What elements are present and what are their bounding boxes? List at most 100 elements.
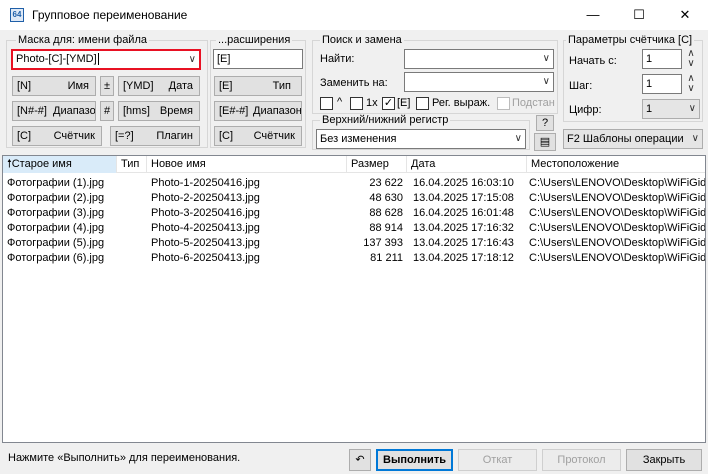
subst-label: Подстан — [512, 97, 555, 109]
cell-old: Фотографии (5).jpg — [7, 237, 105, 249]
run-button[interactable]: Выполнить — [376, 449, 453, 471]
step-input[interactable]: 1 — [642, 74, 682, 94]
cell-new: Photo-6-20250413.jpg — [151, 252, 260, 264]
app-icon: 64 — [10, 8, 24, 22]
ext-range-button[interactable]: [E#-#] Диапазон — [214, 101, 302, 121]
chevron-down-icon: ∨ — [514, 133, 522, 144]
close-dialog-button[interactable]: Закрыть — [626, 449, 702, 471]
cell-type — [121, 251, 145, 266]
case-value: Без изменения — [320, 133, 397, 145]
column-date[interactable]: Дата — [407, 156, 527, 173]
chevron-down-icon: ∨ — [687, 83, 695, 94]
cell-size: 88 914 — [369, 222, 403, 234]
extension-input[interactable]: [E] — [213, 49, 303, 69]
chevron-down-icon: ∨ — [691, 133, 699, 144]
once-label: 1x — [366, 97, 378, 109]
column-new-name[interactable]: Новое имя — [147, 156, 347, 173]
extension-value: [E] — [217, 53, 231, 65]
caret-checkbox[interactable] — [320, 97, 333, 110]
cell-new: Photo-1-20250416.jpg — [151, 177, 260, 189]
column-type[interactable]: Тип — [117, 156, 147, 173]
cell-size: 81 211 — [370, 252, 403, 264]
case-select[interactable]: Без изменения ∨ — [316, 129, 526, 149]
column-size[interactable]: Размер — [347, 156, 407, 173]
chevron-down-icon: ∨ — [688, 103, 696, 114]
help-button[interactable]: ? — [536, 115, 554, 131]
replace-input[interactable]: ∨ — [404, 72, 554, 92]
cell-path: C:\Users\LENOVO\Desktop\WiFiGid — [529, 177, 706, 189]
cell-new: Photo-3-20250416.jpg — [151, 207, 260, 219]
cell-size: 88 628 — [369, 207, 403, 219]
close-icon: ✕ — [679, 7, 691, 22]
name-button[interactable]: [N] Имя — [12, 76, 96, 96]
maximize-button[interactable]: ☐ — [616, 0, 662, 30]
log-button[interactable]: Протокол — [542, 449, 621, 471]
step-spinner[interactable]: ∧ ∨ — [684, 74, 698, 94]
regex-checkbox[interactable] — [416, 97, 429, 110]
chevron-down-icon: ∨ — [542, 53, 550, 64]
subst-checkbox[interactable] — [497, 97, 510, 110]
date-button[interactable]: [YMD] Дата — [118, 76, 200, 96]
templates-select[interactable]: F2 Шаблоны операции ∨ — [563, 129, 703, 149]
cell-old: Фотографии (6).jpg — [7, 252, 105, 264]
step-label: Шаг: — [569, 80, 593, 92]
column-location[interactable]: Местоположение — [527, 156, 705, 173]
caret-label: ^ — [337, 96, 343, 108]
start-spinner[interactable]: ∧ ∨ — [684, 49, 698, 69]
cell-type — [121, 236, 145, 251]
rollback-button[interactable]: Откат — [458, 449, 537, 471]
once-checkbox[interactable] — [350, 97, 363, 110]
undo-button[interactable]: ↶ — [349, 449, 371, 471]
ext-type-button[interactable]: [E] Тип — [214, 76, 302, 96]
table-row[interactable]: Фотографии (6).jpg Photo-6-20250413.jpg 81… — [3, 251, 706, 266]
mask-input[interactable]: Photo-[C]-[YMD] ∨ — [11, 49, 201, 70]
plusminus-button[interactable]: ± — [100, 76, 114, 96]
search-legend: Поиск и замена — [320, 34, 404, 46]
find-input[interactable]: ∨ — [404, 49, 554, 69]
table-row[interactable]: Фотографии (1).jpg Photo-1-20250416.jpg 23… — [3, 176, 706, 191]
cell-path: C:\Users\LENOVO\Desktop\WiFiGid — [529, 252, 706, 264]
cell-type — [121, 191, 145, 206]
column-old-name[interactable]: 🠕Старое имя — [3, 156, 117, 173]
status-text: Нажмите «Выполнить» для переименования. — [8, 452, 241, 464]
help-icon: ? — [541, 117, 549, 129]
cell-size: 23 622 — [369, 177, 403, 189]
cell-new: Photo-4-20250413.jpg — [151, 222, 260, 234]
table-row[interactable]: Фотографии (3).jpg Photo-3-20250416.jpg 88… — [3, 206, 705, 221]
cell-old: Фотографии (1).jpg — [7, 177, 105, 189]
cell-size: 137 393 — [363, 237, 403, 249]
hash-button[interactable]: # — [100, 101, 114, 121]
minimize-icon: — — [586, 7, 600, 22]
presets-button[interactable]: ▤ — [534, 133, 556, 151]
list-icon: ▤ — [539, 136, 551, 148]
cell-type — [121, 176, 145, 191]
extension-legend: ...расширения — [216, 34, 293, 46]
ext-checkbox[interactable]: ✓ — [382, 97, 395, 110]
cell-path: C:\Users\LENOVO\Desktop\WiFiGid — [529, 222, 706, 234]
digits-select[interactable]: 1 ∨ — [642, 99, 700, 119]
file-table[interactable]: 🠕Старое имя Тип Новое имя Размер Дата Ме… — [2, 155, 706, 443]
regex-label: Рег. выраж. — [432, 97, 491, 109]
digits-label: Цифр: — [569, 104, 602, 116]
table-row[interactable]: Фотографии (4).jpg Photo-4-20250413.jpg 88… — [3, 221, 706, 236]
minimize-button[interactable]: — — [570, 0, 616, 30]
plugin-button[interactable]: [=?] Плагин — [110, 126, 200, 146]
counter-button[interactable]: [C] Счётчик — [12, 126, 102, 146]
start-input[interactable]: 1 — [642, 49, 682, 69]
cell-new: Photo-5-20250413.jpg — [151, 237, 260, 249]
cell-old: Фотографии (2).jpg — [7, 192, 105, 204]
name-range-button[interactable]: [N#-#]Диапазон — [12, 101, 96, 121]
case-legend: Верхний/нижний регистр — [320, 114, 451, 126]
ext-counter-button[interactable]: [C] Счётчик — [214, 126, 302, 146]
replace-label: Заменить на: — [320, 77, 388, 89]
maximize-icon: ☐ — [633, 7, 645, 22]
table-row[interactable]: Фотографии (5).jpg Photo-5-20250413.jpg 13… — [3, 236, 705, 251]
table-row[interactable]: Фотографии (2).jpg Photo-2-20250413.jpg 48… — [3, 191, 705, 206]
time-button[interactable]: [hms] Время — [118, 101, 200, 121]
find-label: Найти: — [320, 53, 355, 65]
cell-date: 16.04.2025 16:01:48 — [413, 207, 514, 219]
close-button[interactable]: ✕ — [662, 0, 708, 30]
cell-date: 13.04.2025 17:15:08 — [413, 192, 514, 204]
counter-legend: Параметры счётчика [C] — [566, 34, 695, 46]
window-title: Групповое переименование — [32, 8, 188, 22]
